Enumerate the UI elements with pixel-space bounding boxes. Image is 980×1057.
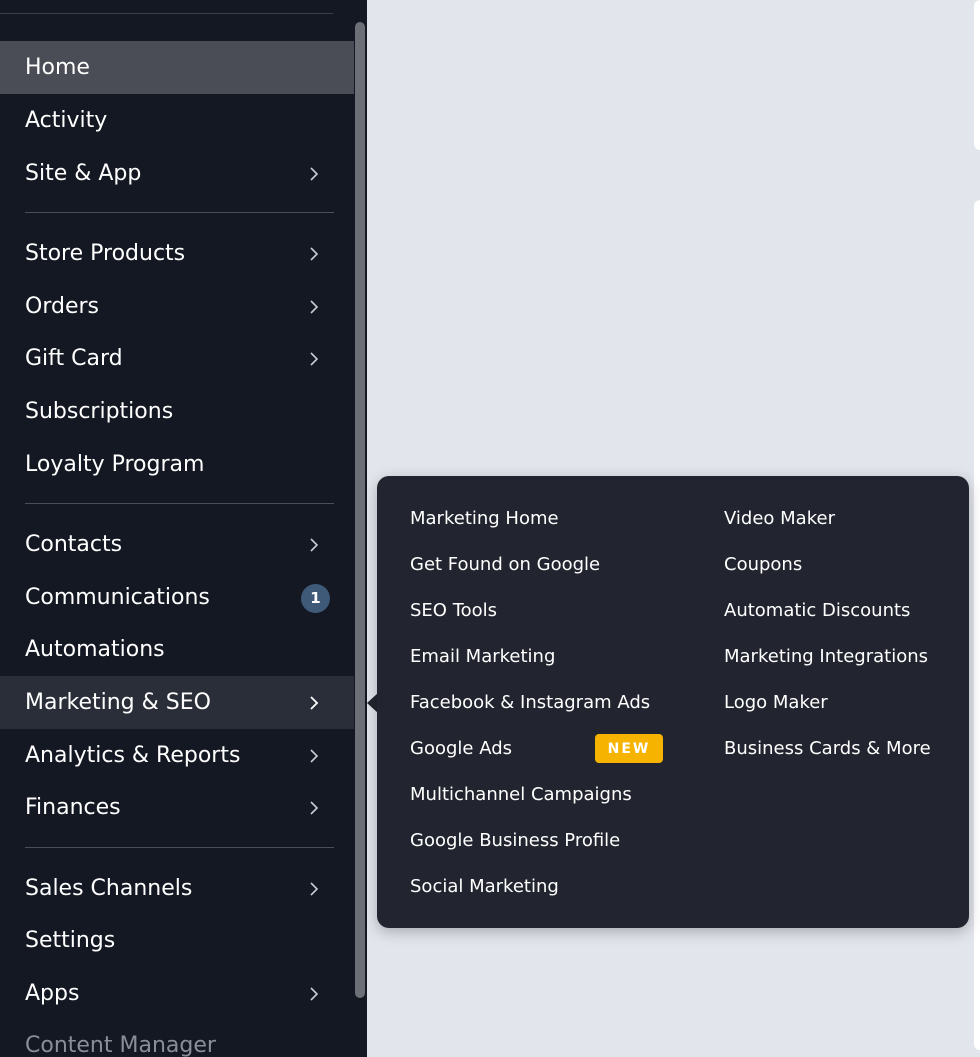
- sidebar-divider: [25, 212, 334, 213]
- sidebar-item-label: Finances: [25, 795, 121, 820]
- sidebar-item-label: Subscriptions: [25, 399, 174, 424]
- sidebar-item-label: Content Manager: [25, 1033, 216, 1057]
- submenu-item-social-marketing[interactable]: Social Marketing: [410, 871, 559, 901]
- sidebar-item-label: Activity: [25, 108, 108, 133]
- sidebar-divider: [25, 847, 334, 848]
- sidebar-item-site-app[interactable]: Site & App: [0, 147, 354, 200]
- submenu-item-email-marketing[interactable]: Email Marketing: [410, 641, 555, 671]
- sidebar-item-label: Orders: [25, 294, 99, 319]
- chevron-right-icon: [310, 351, 319, 366]
- sidebar-item-communications[interactable]: Communications 1: [0, 571, 354, 624]
- submenu-item-seo-tools[interactable]: SEO Tools: [410, 595, 497, 625]
- sidebar-item-label: Settings: [25, 928, 116, 953]
- submenu-item-multichannel-campaigns[interactable]: Multichannel Campaigns: [410, 779, 632, 809]
- sidebar-item-contacts[interactable]: Contacts: [0, 518, 354, 571]
- sidebar-item-gift-card[interactable]: Gift Card: [0, 332, 354, 385]
- submenu-item-video-maker[interactable]: Video Maker: [724, 503, 835, 533]
- content-panel-edge: [974, 0, 980, 150]
- sidebar-scrollbar[interactable]: [355, 22, 365, 998]
- sidebar-item-loyalty-program[interactable]: Loyalty Program: [0, 438, 354, 491]
- sidebar-item-label: Store Products: [25, 241, 186, 266]
- sidebar-item-orders[interactable]: Orders: [0, 280, 354, 333]
- submenu-item-facebook-instagram-ads[interactable]: Facebook & Instagram Ads: [410, 687, 650, 717]
- submenu-item-google-business-profile[interactable]: Google Business Profile: [410, 825, 620, 855]
- submenu-item-marketing-integrations[interactable]: Marketing Integrations: [724, 641, 928, 671]
- notification-count-badge: 1: [301, 583, 330, 613]
- sidebar-item-finances[interactable]: Finances: [0, 781, 354, 834]
- content-panel-edge: [974, 200, 980, 1050]
- sidebar-item-label: Analytics & Reports: [25, 743, 241, 768]
- submenu-item-automatic-discounts[interactable]: Automatic Discounts: [724, 595, 910, 625]
- sidebar-item-label: Gift Card: [25, 346, 123, 371]
- sidebar-item-settings[interactable]: Settings: [0, 914, 354, 967]
- sidebar-item-marketing-seo[interactable]: Marketing & SEO: [0, 676, 354, 729]
- new-badge: NEW: [595, 734, 663, 763]
- sidebar-item-label: Apps: [25, 981, 80, 1006]
- sidebar-item-content-manager[interactable]: Content Manager: [0, 1019, 354, 1057]
- chevron-right-icon: [310, 986, 319, 1001]
- chevron-right-icon: [310, 881, 319, 896]
- sidebar-item-sales-channels[interactable]: Sales Channels: [0, 862, 354, 915]
- sidebar-item-analytics-reports[interactable]: Analytics & Reports: [0, 729, 354, 782]
- sidebar-item-activity[interactable]: Activity: [0, 94, 354, 147]
- chevron-right-icon: [310, 695, 319, 710]
- sidebar-item-label: Site & App: [25, 161, 142, 186]
- sidebar-item-subscriptions[interactable]: Subscriptions: [0, 385, 354, 438]
- submenu-item-coupons[interactable]: Coupons: [724, 549, 802, 579]
- chevron-right-icon: [310, 166, 319, 181]
- chevron-right-icon: [310, 299, 319, 314]
- sidebar-item-label: Automations: [25, 637, 165, 662]
- sidebar-item-apps[interactable]: Apps: [0, 967, 354, 1020]
- chevron-right-icon: [310, 800, 319, 815]
- sidebar-item-label: Contacts: [25, 532, 123, 557]
- sidebar-item-label: Home: [25, 55, 90, 80]
- sidebar-item-label: Sales Channels: [25, 876, 193, 901]
- sidebar-item-automations[interactable]: Automations: [0, 623, 354, 676]
- chevron-right-icon: [310, 748, 319, 763]
- chevron-right-icon: [310, 246, 319, 261]
- sidebar: Home Activity Site & App Store Products …: [0, 0, 367, 1057]
- sidebar-item-label: Marketing & SEO: [25, 690, 211, 715]
- sidebar-item-label: Communications: [25, 585, 210, 610]
- sidebar-item-label: Loyalty Program: [25, 452, 205, 477]
- sidebar-item-store-products[interactable]: Store Products: [0, 227, 354, 280]
- sidebar-top-divider: [0, 13, 333, 14]
- submenu-item-google-ads[interactable]: Google Ads: [410, 733, 512, 763]
- sidebar-divider: [25, 503, 334, 504]
- submenu-item-get-found-on-google[interactable]: Get Found on Google: [410, 549, 600, 579]
- marketing-seo-submenu: Marketing Home Get Found on Google SEO T…: [377, 476, 969, 928]
- chevron-right-icon: [310, 537, 319, 552]
- sidebar-item-home[interactable]: Home: [0, 41, 354, 94]
- submenu-item-marketing-home[interactable]: Marketing Home: [410, 503, 559, 533]
- submenu-item-logo-maker[interactable]: Logo Maker: [724, 687, 828, 717]
- submenu-item-business-cards-more[interactable]: Business Cards & More: [724, 733, 931, 763]
